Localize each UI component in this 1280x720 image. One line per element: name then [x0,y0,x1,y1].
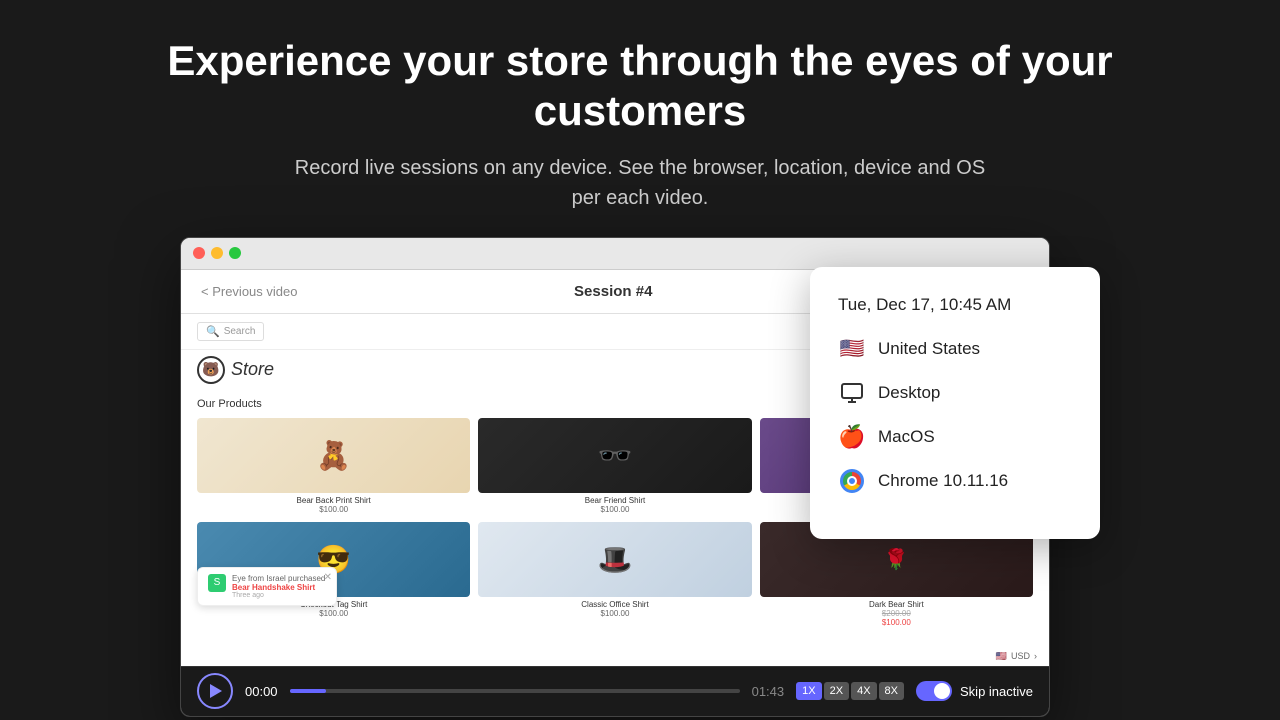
speed-4x[interactable]: 4X [851,682,876,700]
skip-inactive-label: Skip inactive [960,684,1033,699]
video-controls: 00:00 01:43 1X 2X 4X 8X Skip inactive [181,666,1049,716]
desktop-icon [838,379,866,407]
product-name: Dark Bear Shirt [760,600,1033,609]
time-current: 00:00 [245,684,278,699]
store-currency-bar: 🇺🇸 USD › [984,647,1049,666]
product-price-original: $200.00 [760,609,1033,618]
store-logo-icon: 🐻 [197,356,225,384]
product-name: Bear Friend Shirt [478,496,751,505]
toggle-knob [934,683,950,699]
browser-text: Chrome 10.11.16 [878,471,1008,491]
info-panel: Tue, Dec 17, 10:45 AM 🇺🇸 United States D… [810,267,1100,539]
store-search-bar[interactable]: 🔍 Search [197,322,264,341]
hero-subtitle: Record live sessions on any device. See … [290,153,990,213]
progress-fill [290,689,326,693]
info-row-browser: Chrome 10.11.16 [838,467,1072,495]
os-text: MacOS [878,427,935,447]
window-minimize-dot[interactable] [211,247,223,259]
session-title: Session #4 [574,283,652,300]
window-close-dot[interactable] [193,247,205,259]
info-row-os: 🍎 MacOS [838,423,1072,451]
product-image-bear[interactable]: 🧸 [197,418,470,493]
currency-label: USD [1011,651,1030,661]
toast-close-button[interactable]: ✕ [324,572,332,583]
toast-notification: S Eye from Israel purchased Bear Handsha… [197,567,337,606]
product-image-classic[interactable]: 🎩 [478,522,751,597]
list-item: 🎩 Classic Office Shirt $100.00 [478,522,751,627]
info-row-device: Desktop [838,379,1072,407]
product-price: $100.00 [478,505,751,514]
play-icon [210,684,222,698]
demo-container: < Previous video Session #4 🔍 Search Car… [180,237,1100,720]
speed-1x[interactable]: 1X [796,682,821,700]
search-placeholder: Search [224,326,256,337]
flag-icon: 🇺🇸 [996,651,1007,662]
play-button[interactable] [197,673,233,709]
toast-text-primary: Eye from Israel purchased [232,574,325,583]
info-row-country: 🇺🇸 United States [838,335,1072,363]
apple-icon: 🍎 [838,423,866,451]
product-image-friend[interactable]: 🕶️ [478,418,751,493]
window-maximize-dot[interactable] [229,247,241,259]
list-item: 🕶️ Bear Friend Shirt $100.00 [478,418,751,514]
product-name: Bear Back Print Shirt [197,496,470,505]
country-text: United States [878,339,980,359]
speed-8x[interactable]: 8X [879,682,904,700]
product-price: $100.00 [197,609,470,618]
search-icon: 🔍 [206,325,220,338]
toast-text-item: Bear Handshake Shirt [232,583,325,592]
product-name: Classic Office Shirt [478,600,751,609]
toast-text-time: Three ago [232,592,325,599]
product-price: $100.00 [478,609,751,618]
flag-icon: 🇺🇸 [838,335,866,363]
speed-buttons: 1X 2X 4X 8X [796,682,904,700]
device-text: Desktop [878,383,940,403]
product-price-sale: $100.00 [760,618,1033,627]
browser-titlebar [181,238,1049,270]
toast-icon: S [208,574,226,592]
chrome-icon [838,467,866,495]
product-price: $100.00 [197,505,470,514]
progress-bar[interactable] [290,689,740,693]
store-logo-text: Store [231,359,274,380]
skip-toggle-container: Skip inactive [916,681,1033,701]
skip-inactive-toggle[interactable] [916,681,952,701]
session-datetime: Tue, Dec 17, 10:45 AM [838,295,1072,315]
hero-title: Experience your store through the eyes o… [140,36,1140,137]
currency-arrow[interactable]: › [1034,651,1037,661]
speed-2x[interactable]: 2X [824,682,849,700]
list-item: 🧸 Bear Back Print Shirt $100.00 [197,418,470,514]
time-total: 01:43 [752,684,785,699]
prev-video-link[interactable]: < Previous video [201,284,297,299]
